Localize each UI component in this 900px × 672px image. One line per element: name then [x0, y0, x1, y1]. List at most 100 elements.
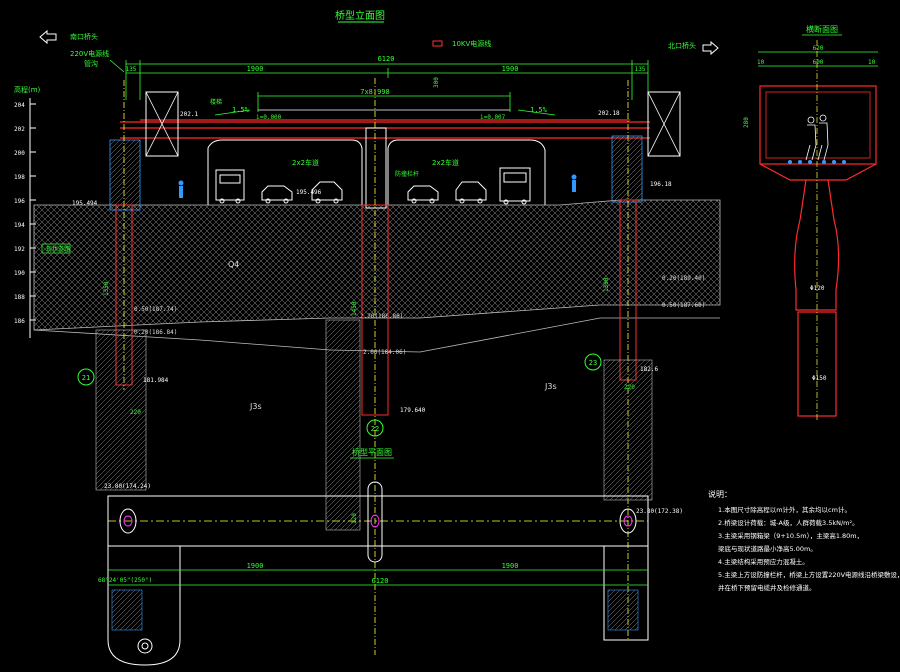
right-direction-arrow: 北口桥头 — [668, 40, 719, 56]
dim-right-main: 1900 — [502, 65, 519, 73]
center-pier — [325, 78, 389, 655]
cable-10kv-label: 10KV电源线 — [452, 39, 491, 48]
pedestrian-icon — [571, 174, 577, 192]
notes-heading: 说明： — [708, 489, 732, 499]
car-icon — [407, 185, 439, 204]
slope-left: 1.5% — [232, 106, 250, 114]
right-abutment — [603, 80, 681, 640]
elev-tick-label: 186 — [14, 318, 25, 325]
right-arrow-label: 北口桥头 — [668, 41, 696, 50]
plan-dim-left: 1900 — [247, 562, 264, 570]
elev-pile-center: 179.640 — [400, 407, 426, 414]
section-dim-top: 620 — [813, 45, 824, 52]
pile-len-right: 1300 — [603, 277, 610, 292]
lane-left-label: 2x2车道 — [292, 158, 319, 167]
car-icon — [261, 185, 293, 204]
note-line: 梁底与现状道路最小净高5.00m。 — [718, 544, 817, 553]
dim-right-pier: 220 — [624, 384, 635, 391]
soil-upper-label: Q4 — [228, 260, 239, 269]
section-dim-height: 280 — [743, 117, 750, 128]
soil-lower-right-label: J3s — [544, 382, 557, 391]
pier-id-center-text: 22 — [371, 425, 379, 433]
elev-pile-left: 181.984 — [143, 377, 169, 384]
cad-drawing: 桥型立面图 南口桥头 北口桥头 220V电源线 管沟 10KV电源线 高程(m)… — [14, 9, 900, 666]
plan-title: 桥型平面图 — [352, 447, 392, 457]
pile-len-left: 1350 — [103, 281, 110, 296]
note-line: 1.本图尺寸除高程以m计外，其余均以cm计。 — [718, 505, 851, 514]
left-direction-arrow: 南口桥头 — [39, 29, 98, 45]
elev-tick-label: 198 — [14, 174, 25, 181]
section-dim-pier: Φ120 — [810, 285, 825, 292]
dim-left-main: 1900 — [247, 65, 264, 73]
plan-dim-height: 120 — [351, 513, 358, 524]
dim-height: 300 — [433, 77, 440, 88]
car-icon — [455, 181, 487, 204]
pedestrian-icon — [178, 180, 184, 198]
truck-icon — [215, 169, 245, 204]
dim-left-end: 135 — [126, 66, 137, 73]
elev-right-ground: 196.18 — [650, 181, 672, 188]
cable-220v-sub-label: 管沟 — [84, 59, 98, 68]
elev-center: 195.496 — [296, 189, 322, 196]
layer-left-1: 0.50(187.74) — [134, 306, 177, 313]
section-dim-edge-left: 10 — [757, 59, 765, 66]
elev-tick-label: 194 — [14, 222, 25, 229]
section-title: 横断面图 — [806, 24, 838, 34]
handrail-label: 防撞栏杆 — [395, 170, 419, 178]
elev-scale-title: 高程(m) — [14, 85, 41, 94]
section-view: 横断面图 620 600 10 10 280 Φ150 Φ120 — [743, 24, 878, 420]
dim-total: 6120 — [378, 55, 395, 63]
pier-id-left-text: 21 — [82, 374, 90, 382]
deck-girder — [120, 109, 650, 139]
note-line: 并在桥下预留电缆井及检修通道。 — [718, 583, 816, 592]
soil-lower-left-label: J3s — [249, 402, 262, 411]
section-dim-inner: 600 — [813, 59, 824, 66]
underpass-outline — [207, 139, 546, 205]
plan-dim-right: 1900 — [502, 562, 519, 570]
elev-plan-right: 23.80(172.38) — [636, 508, 683, 515]
elev-tick-label: 190 — [14, 270, 25, 277]
elev-tick-label: 200 — [14, 150, 25, 157]
section-dim-pile: Φ150 — [812, 375, 827, 382]
elev-tick-label: 204 — [14, 102, 25, 109]
layer-center-1: 2.20(186.86) — [360, 313, 403, 320]
elev-tick-label: 192 — [14, 246, 25, 253]
elev-pile-right: 182.6 — [640, 366, 658, 373]
cable-10kv-marker-icon — [432, 40, 443, 47]
note-line: 3.主梁采用钢箱梁（9+10.5m），主梁高1.80m， — [718, 531, 863, 540]
bus-icon — [499, 167, 531, 205]
pier-id-right: 23 — [584, 353, 602, 371]
elev-tick-label: 202 — [14, 126, 25, 133]
plan-angle-note: 68°24'05"(250°) — [98, 577, 152, 584]
elev-tick-label: 188 — [14, 294, 25, 301]
stair-label: 楼梯 — [210, 98, 222, 106]
pier-id-right-text: 23 — [589, 359, 597, 367]
dim-right-end: 135 — [635, 66, 646, 73]
lane-right-label: 2x2车道 — [432, 158, 459, 167]
note-line: 2.桥梁设计荷载：城-A级，人群荷载3.5kN/m²。 — [718, 518, 859, 527]
note-line: 4.主梁结构采用预应力混凝土。 — [718, 557, 809, 566]
left-arrow-label: 南口桥头 — [70, 32, 98, 41]
elev-right-deck: 202.18 — [598, 110, 620, 117]
layer-right-2: 0.50(187.60) — [662, 302, 705, 309]
notes-block: 说明： 1.本图尺寸除高程以m计外，其余均以cm计。 2.桥梁设计荷载：城-A级，… — [708, 489, 900, 592]
cable-220v-label: 220V电源线 — [70, 49, 109, 58]
pier-id-left: 21 — [77, 368, 95, 386]
layer-right-1: 0.20(189.40) — [662, 275, 705, 282]
note-line: 5.主梁上方设防撞栏杆，桥梁上方设置220V电源线沿桥梁敷设， — [718, 570, 900, 579]
plan-manhole-icon — [137, 638, 153, 654]
plan-dim-total: 6120 — [372, 577, 389, 585]
elev-plan-left: 23.80(174.24) — [104, 483, 151, 490]
elevation-title: 桥型立面图 — [335, 9, 385, 22]
elev-tick-label: 196 — [14, 198, 25, 205]
elevation-view: 桥型立面图 南口桥头 北口桥头 220V电源线 管沟 10KV电源线 高程(m)… — [14, 9, 721, 655]
elev-left-deck: 202.1 — [180, 111, 198, 118]
vehicles — [215, 167, 531, 205]
elev-left-ground: 195.494 — [72, 200, 98, 207]
plan-view: 桥型平面图 1900 1900 6120 68°24'05"(250°) 120 — [98, 447, 649, 666]
layer-center-2: 2.00(184.06) — [363, 349, 406, 356]
road-label-left: 现状道路 — [46, 245, 70, 253]
pile-len-center: 1450 — [351, 301, 358, 316]
section-dim-edge-right: 10 — [868, 59, 876, 66]
dim-left-pier: 220 — [130, 409, 141, 416]
